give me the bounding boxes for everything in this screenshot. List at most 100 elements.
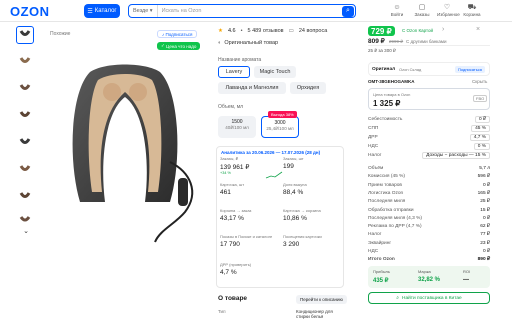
go-to-description-button[interactable]: Перейти к описанию — [296, 295, 347, 304]
original-row: ◐ Оригинальный товар — [218, 40, 278, 46]
search-filter-select[interactable]: Везде ▾ — [129, 5, 158, 17]
ozon-logo[interactable]: OZON — [10, 4, 50, 19]
catalog-button[interactable]: ☰ Каталог — [84, 4, 120, 18]
metric-input[interactable]: Доходы − расходы — 15 % — [422, 152, 490, 159]
search-input[interactable]: Искать на Ozon — [158, 8, 342, 14]
metric-row: Налог 77 ₽ — [368, 232, 490, 237]
volume-option-selected[interactable]: 3000 25,4₽/100 мл — [261, 116, 299, 138]
aroma-label: Название аромата — [218, 57, 262, 63]
metric-input[interactable]: 4,7 % — [469, 134, 490, 141]
regular-price-note: С другими банками — [406, 39, 447, 44]
metrics-list: Себестоимость 0 ₽ СПП 45 % ДРР 4,7 % НДС 0 % Нал… — [368, 116, 490, 266]
metric-row: Последняя миля (4,3 %) 0 ₽ — [368, 216, 490, 221]
heart-icon: ♡ — [443, 4, 451, 11]
metric-row: НДС 0 ₽ — [368, 249, 490, 254]
close-icon[interactable]: × — [476, 26, 480, 33]
thumbnail[interactable] — [16, 26, 34, 44]
metric-key: Итого Ozon — [368, 257, 395, 263]
more-icon[interactable]: › — [442, 26, 444, 33]
metric-value: 23 ₽ — [480, 240, 490, 246]
analytics-cell-value: 10,86 % — [283, 215, 307, 222]
product-thumb-image — [19, 192, 31, 198]
metric-key: Комиссия (45 %) — [368, 174, 405, 180]
metric-input[interactable]: 0 % — [473, 143, 490, 150]
metric-row: Последняя миля 25 ₽ — [368, 199, 490, 204]
installment-note: 25 ₽ за 300 ₽ — [368, 48, 396, 53]
analytics-cell-label: Карточка → корзина — [283, 208, 321, 213]
box-icon: ▢ — [418, 4, 426, 11]
search-bar[interactable]: Везде ▾ Искать на Ozon ⌕ — [128, 4, 356, 18]
hide-button[interactable]: Скрыть — [472, 79, 487, 84]
aroma-option[interactable]: Лаванда и Магнолия — [218, 82, 286, 94]
chevron-down-icon[interactable]: ⌄ — [16, 227, 36, 235]
thumbnail[interactable] — [16, 80, 34, 98]
favorites-button[interactable]: ♡ Избранное — [437, 4, 460, 17]
metric-input[interactable]: 0 ₽ — [474, 116, 490, 123]
metric-row: Прием товаров 0 ₽ — [368, 183, 490, 188]
metric-row: Объём 5,7 л — [368, 166, 490, 171]
metric-row: Итого Ozon 890 ₽ — [368, 257, 490, 262]
reviews-link[interactable]: 5 489 отзывов — [248, 28, 284, 34]
profit-value: 435 ₽ — [373, 278, 389, 284]
similar-label[interactable]: Похожие — [50, 31, 70, 37]
thumbnail[interactable] — [16, 107, 34, 125]
cart-icon: ⛟ — [467, 4, 477, 11]
questions-link[interactable]: 24 вопроса — [299, 28, 327, 34]
search-icon: ⌕ — [346, 7, 350, 14]
metric-value: 15 ₽ — [480, 207, 490, 213]
subscribe-badge[interactable]: ♪ Подписаться — [157, 30, 198, 38]
thumbnail[interactable] — [16, 188, 34, 206]
seller-name[interactable]: Оригинал — [372, 67, 395, 72]
analytics-cell: Показы в Поиске и каталоге 17 790 — [220, 234, 278, 248]
product-thumb-image — [19, 138, 31, 144]
check-icon: ✓ — [161, 43, 165, 48]
catalog-label: Каталог — [94, 8, 117, 14]
star-icon: ★ — [218, 28, 223, 34]
metric-row: Налог Доходы − расходы — 15 % — [368, 152, 490, 159]
metric-key: Логистика Ozon — [368, 190, 404, 196]
metric-value: 165 ₽ — [477, 190, 490, 196]
aroma-option[interactable]: Орхидея — [290, 82, 326, 94]
search-button[interactable]: ⌕ — [342, 5, 354, 17]
thumbnail[interactable] — [16, 134, 34, 152]
find-supplier-button[interactable]: ⌕ Найти поставщика в Китае — [368, 292, 490, 304]
analytics-title: Аналитика за 20.06.2026 — 17.07.2026 (28… — [221, 150, 321, 155]
rating-value: 4.6 — [227, 28, 236, 34]
profit-panel: Прибыль 435 ₽ Маржа 32,82 % ROI — — [368, 266, 490, 288]
metric-key: ДРР — [368, 135, 378, 140]
shield-icon: ◐ — [218, 40, 222, 46]
thumbnail[interactable] — [16, 53, 34, 71]
volume-option[interactable]: 1500 40₽/100 мл — [218, 116, 256, 138]
thumbnail[interactable] — [16, 161, 34, 179]
analytics-cell-label: Карточка, шт — [220, 182, 245, 187]
metric-input[interactable]: 45 % — [471, 125, 490, 132]
metric-value: 77 ₽ — [480, 232, 490, 238]
product-main-image[interactable] — [50, 52, 210, 252]
analytics-cell-label: Заказы, ₽ — [220, 156, 239, 161]
card-price: 729 ₽ — [368, 26, 395, 36]
metric-row: Реклама по ДРР (4,7 %) 62 ₽ — [368, 224, 490, 229]
roi-label: ROI — [463, 269, 471, 274]
discount-badge: Выгода 38% — [268, 111, 297, 118]
orders-button[interactable]: ▢ Заказы — [412, 4, 432, 17]
about-key: Тип — [218, 309, 226, 314]
price-input[interactable]: Цена товара в Ozon 1 325 ₽ FBO — [368, 88, 490, 110]
metric-key: Прием товаров — [368, 182, 402, 188]
thumbnail[interactable] — [16, 215, 34, 225]
regular-price: 809 ₽ — [368, 38, 385, 45]
metric-value: 25 ₽ — [480, 199, 490, 205]
metric-row: Обработка отправки 15 ₽ — [368, 208, 490, 213]
aroma-option[interactable]: Magic Touch — [254, 66, 296, 78]
top-header: OZON ☰ Каталог Везде ▾ Искать на Ozon ⌕ … — [0, 0, 512, 22]
cart-button[interactable]: ⛟ Корзина — [462, 4, 482, 17]
seller-subscribe-button[interactable]: Подписаться — [455, 66, 485, 73]
metric-value: 5,7 л — [479, 166, 490, 171]
metric-row: Комиссия (45 %) 596 ₽ — [368, 174, 490, 179]
price-input-value: 1 325 ₽ — [373, 99, 401, 108]
metric-value: 0 ₽ — [482, 249, 490, 254]
card-price-note: С Ozon Картой — [402, 28, 434, 33]
volume-price: 40₽/100 мл — [225, 125, 249, 130]
aroma-option[interactable]: Lavery — [218, 66, 250, 78]
fbo-toggle[interactable]: FBO — [473, 95, 488, 102]
login-button[interactable]: ☺ Войти — [387, 4, 407, 17]
